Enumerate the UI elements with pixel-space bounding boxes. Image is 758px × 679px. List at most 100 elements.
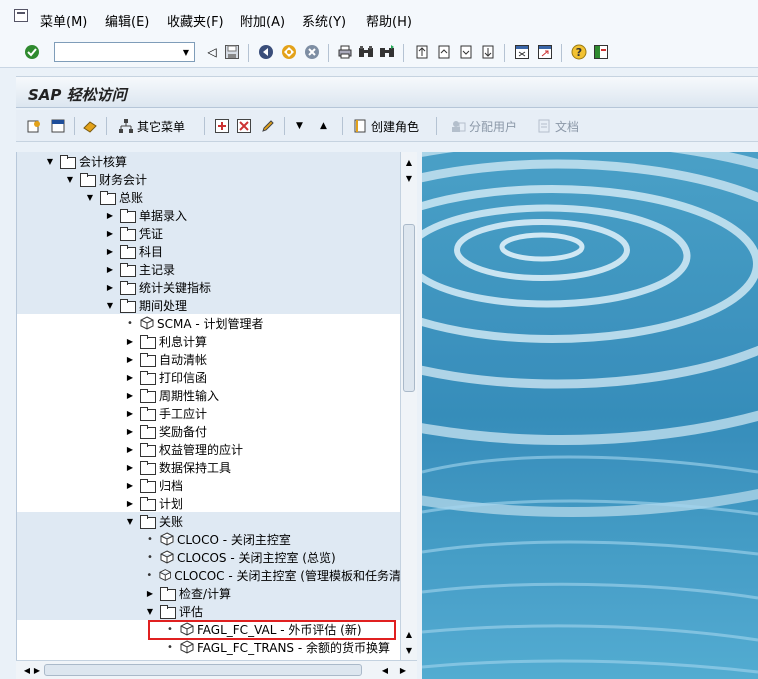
tree-folder-item[interactable]: ▼ 财务会计	[17, 170, 400, 188]
scroll-thumb[interactable]	[403, 224, 415, 392]
tree-folder-item[interactable]: ▶ 主记录	[17, 260, 400, 278]
cancel-icon[interactable]	[304, 44, 320, 60]
tree-vertical-scrollbar[interactable]: ▲ ▼ ▲ ▼	[400, 152, 417, 660]
expanded-arrow-icon[interactable]: ▼	[44, 157, 56, 166]
add-favorite-button[interactable]	[214, 117, 230, 135]
move-down-button[interactable]: ▼	[296, 117, 303, 135]
collapsed-arrow-icon[interactable]: ▶	[124, 337, 136, 346]
find-next-icon[interactable]	[379, 44, 395, 60]
collapsed-arrow-icon[interactable]: ▶	[104, 211, 116, 220]
scroll-right-icon[interactable]: ▶	[396, 663, 410, 677]
horizontal-scroll-thumb[interactable]	[44, 664, 362, 676]
collapsed-arrow-icon[interactable]: ▶	[104, 283, 116, 292]
collapsed-arrow-icon[interactable]: ▶	[104, 247, 116, 256]
delete-favorite-button[interactable]	[236, 117, 252, 135]
tree-folder-item[interactable]: ▶ 数据保持工具	[17, 458, 400, 476]
tree-transaction-item[interactable]: • CLOCO - 关闭主控室	[17, 530, 400, 548]
tree-horizontal-scrollbar[interactable]: ◀ ▶ ◀ ▶	[16, 660, 417, 679]
tree-folder-item[interactable]: ▶ 计划	[17, 494, 400, 512]
tree-folder-item[interactable]: ▶ 归档	[17, 476, 400, 494]
menu-item-favorites[interactable]: 收藏夹(F)	[167, 15, 224, 31]
exit-icon[interactable]	[281, 44, 297, 60]
collapsed-arrow-icon[interactable]: ▶	[124, 463, 136, 472]
back-icon[interactable]	[258, 44, 274, 60]
previous-page-icon[interactable]	[436, 44, 452, 60]
menu-item-system[interactable]: 系统(Y)	[302, 15, 346, 31]
tree-folder-item[interactable]: ▼ 期间处理	[17, 296, 400, 314]
tree-transaction-item[interactable]: • FAGL_FC_VAL - 外币评估 (新)	[17, 620, 400, 638]
expanded-arrow-icon[interactable]: ▼	[64, 175, 76, 184]
tree-folder-item[interactable]: ▶ 自动清帐	[17, 350, 400, 368]
tree-folder-item[interactable]: ▶ 凭证	[17, 224, 400, 242]
save-icon[interactable]	[224, 44, 240, 60]
back-triangle-icon[interactable]: ◁	[204, 44, 220, 60]
other-menu-button[interactable]: 其它菜单	[118, 117, 185, 135]
tree-folder-item[interactable]: ▶ 检查/计算	[17, 584, 400, 602]
tree-folder-item[interactable]: ▼ 总账	[17, 188, 400, 206]
collapsed-arrow-icon[interactable]: ▶	[144, 589, 156, 598]
next-page-icon[interactable]	[458, 44, 474, 60]
scroll-page-up-icon[interactable]: ▲	[401, 626, 417, 642]
scroll-down-small-icon[interactable]: ▼	[401, 170, 417, 186]
collapsed-arrow-icon[interactable]: ▶	[124, 391, 136, 400]
tree-folder-item[interactable]: ▶ 权益管理的应计	[17, 440, 400, 458]
change-favorite-button[interactable]	[260, 117, 276, 135]
collapsed-arrow-icon[interactable]: ▶	[124, 373, 136, 382]
tree-transaction-item[interactable]: • CLOCOS - 关闭主控室 (总览)	[17, 548, 400, 566]
tree-folder-item[interactable]: ▼ 评估	[17, 602, 400, 620]
find-icon[interactable]	[358, 44, 374, 60]
layout-menu-icon[interactable]	[593, 44, 609, 60]
collapsed-arrow-icon[interactable]: ▶	[124, 499, 136, 508]
last-page-icon[interactable]	[480, 44, 496, 60]
shortcut-icon[interactable]	[537, 44, 553, 60]
tree-transaction-item[interactable]: • FAGL_FC_TRANS - 余额的货币换算	[17, 638, 400, 656]
menu-item-edit[interactable]: 编辑(E)	[105, 15, 149, 31]
collapsed-arrow-icon[interactable]: ▶	[104, 229, 116, 238]
expanded-arrow-icon[interactable]: ▼	[84, 193, 96, 202]
collapsed-arrow-icon[interactable]: ▶	[124, 427, 136, 436]
tree-transaction-item[interactable]: • SCMA - 计划管理者	[17, 314, 400, 332]
command-field[interactable]: ▼	[54, 42, 195, 62]
tree-folder-item[interactable]: ▼ 关账	[17, 512, 400, 530]
window-menu-icon[interactable]	[14, 9, 28, 22]
tree-folder-item[interactable]: ▶ 周期性输入	[17, 386, 400, 404]
collapsed-arrow-icon[interactable]: ▶	[124, 445, 136, 454]
expanded-arrow-icon[interactable]: ▼	[144, 607, 156, 616]
collapsed-arrow-icon[interactable]: ▶	[124, 481, 136, 490]
tree-transaction-item[interactable]: • CLOCOC - 关闭主控室 (管理模板和任务清	[17, 566, 400, 584]
create-role-button[interactable]: 创建角色	[352, 117, 419, 135]
collapsed-arrow-icon[interactable]: ▶	[104, 265, 116, 274]
tree-folder-item[interactable]: ▶ 利息计算	[17, 332, 400, 350]
assign-user-button[interactable]: 分配用户	[450, 117, 517, 135]
menu-item-help[interactable]: 帮助(H)	[366, 15, 412, 31]
menu-item-menu[interactable]: 菜单(M)	[40, 15, 87, 31]
tree-folder-item[interactable]: ▶ 单据录入	[17, 206, 400, 224]
new-session-icon[interactable]	[514, 44, 530, 60]
tree-folder-item[interactable]: ▶ 奖励备付	[17, 422, 400, 440]
expanded-arrow-icon[interactable]: ▼	[124, 517, 136, 526]
tree-folder-item[interactable]: ▶ 统计关键指标	[17, 278, 400, 296]
documentation-button[interactable]: 文档	[536, 117, 579, 135]
collapsed-arrow-icon[interactable]: ▶	[124, 355, 136, 364]
user-menu-button[interactable]	[26, 117, 42, 135]
scroll-down-icon[interactable]: ▼	[401, 642, 417, 658]
menu-item-extras[interactable]: 附加(A)	[240, 15, 285, 31]
collapsed-arrow-icon[interactable]: ▶	[124, 409, 136, 418]
tree-folder-item[interactable]: ▼ 会计核算	[17, 152, 400, 170]
tree-folder-item[interactable]: ▶ 手工应计	[17, 404, 400, 422]
move-up-button[interactable]: ▲	[320, 117, 327, 135]
scroll-left-page-icon[interactable]: ▶	[30, 663, 44, 677]
scroll-up-icon[interactable]: ▲	[401, 154, 417, 170]
tree-folder-item[interactable]: ▶ 打印信函	[17, 368, 400, 386]
enter-check-icon[interactable]	[24, 44, 40, 60]
scroll-right-page-icon[interactable]: ◀	[378, 663, 392, 677]
sap-menu-button[interactable]	[50, 117, 66, 135]
help-icon[interactable]: ?	[571, 44, 587, 60]
tree-folder-item[interactable]: ▶ 科目	[17, 242, 400, 260]
favorites-button[interactable]	[82, 117, 98, 135]
expanded-arrow-icon[interactable]: ▼	[104, 301, 116, 310]
chevron-down-icon[interactable]: ▼	[178, 43, 194, 61]
command-input[interactable]	[55, 43, 175, 61]
first-page-icon[interactable]	[414, 44, 430, 60]
print-icon[interactable]	[337, 44, 353, 60]
